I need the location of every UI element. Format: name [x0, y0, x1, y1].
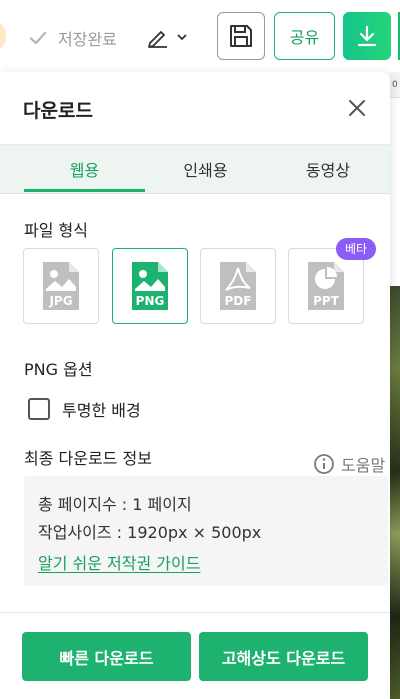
png-file-icon: PNG: [132, 262, 168, 310]
canvas-background: 0: [390, 72, 400, 699]
ppt-format-text: PPT: [313, 294, 340, 308]
ppt-file-icon: PPT: [308, 262, 344, 310]
tab-video[interactable]: 동영상: [266, 145, 390, 193]
format-jpg-button[interactable]: JPG: [23, 248, 99, 324]
pencil-icon: [148, 31, 167, 48]
png-options-label: PNG 옵션: [24, 360, 93, 379]
final-info-label: 최종 다운로드 정보: [24, 449, 152, 468]
jpg-file-icon: JPG: [43, 262, 79, 310]
work-size-text: 작업사이즈 : 1920px × 500px: [38, 523, 262, 542]
close-icon[interactable]: [347, 98, 367, 118]
format-pdf-button[interactable]: PDF: [200, 248, 276, 324]
png-format-text: PNG: [136, 294, 165, 308]
transparent-background-label[interactable]: 투명한 배경: [62, 397, 141, 421]
download-icon: [357, 25, 377, 47]
edit-mode-dropdown[interactable]: [146, 26, 188, 48]
check-icon: [29, 31, 47, 45]
floppy-disk-icon: [230, 25, 252, 47]
pdf-file-icon: PDF: [220, 262, 256, 310]
download-panel: 다운로드 웹용 인쇄용 동영상 파일 형식 JPG PNG PDF PPT 베타…: [0, 72, 390, 699]
pdf-format-text: PDF: [225, 294, 252, 308]
canvas-photo: [390, 286, 400, 699]
canvas-ruler: 0: [390, 72, 400, 98]
panel-title: 다운로드: [23, 100, 93, 122]
top-toolbar: 저장완료 공유: [0, 0, 400, 72]
toolbar-left-indicator: [0, 19, 6, 53]
jpg-format-text: JPG: [48, 294, 72, 308]
download-button[interactable]: [343, 12, 391, 60]
download-info-box: 총 페이지수 : 1 페이지 작업사이즈 : 1920px × 500px 알기…: [24, 476, 388, 586]
footer-divider: [0, 612, 390, 613]
help-label[interactable]: 도움말: [341, 452, 385, 476]
format-png-button[interactable]: PNG: [112, 248, 188, 324]
share-button[interactable]: 공유: [274, 12, 335, 60]
high-quality-download-button[interactable]: 고해상도 다운로드: [199, 632, 368, 681]
file-format-label: 파일 형식: [24, 221, 88, 240]
tab-web[interactable]: 웹용: [24, 145, 145, 193]
fast-download-button[interactable]: 빠른 다운로드: [22, 632, 191, 681]
chevron-down-icon: [177, 34, 187, 41]
total-pages-text: 총 페이지수 : 1 페이지: [38, 495, 192, 514]
save-button[interactable]: [217, 12, 265, 60]
save-status: 저장완료: [28, 26, 117, 50]
help-link[interactable]: 도움말: [313, 452, 385, 476]
tab-print[interactable]: 인쇄용: [145, 145, 266, 193]
transparent-background-checkbox[interactable]: [28, 398, 50, 420]
copyright-guide-link[interactable]: 알기 쉬운 저작권 가이드: [38, 550, 200, 574]
save-status-label: 저장완료: [58, 30, 117, 49]
info-icon: [314, 454, 334, 474]
active-tab-indicator: [24, 189, 145, 192]
beta-badge: 베타: [336, 238, 377, 260]
download-tabs: 웹용 인쇄용 동영상: [0, 144, 390, 194]
